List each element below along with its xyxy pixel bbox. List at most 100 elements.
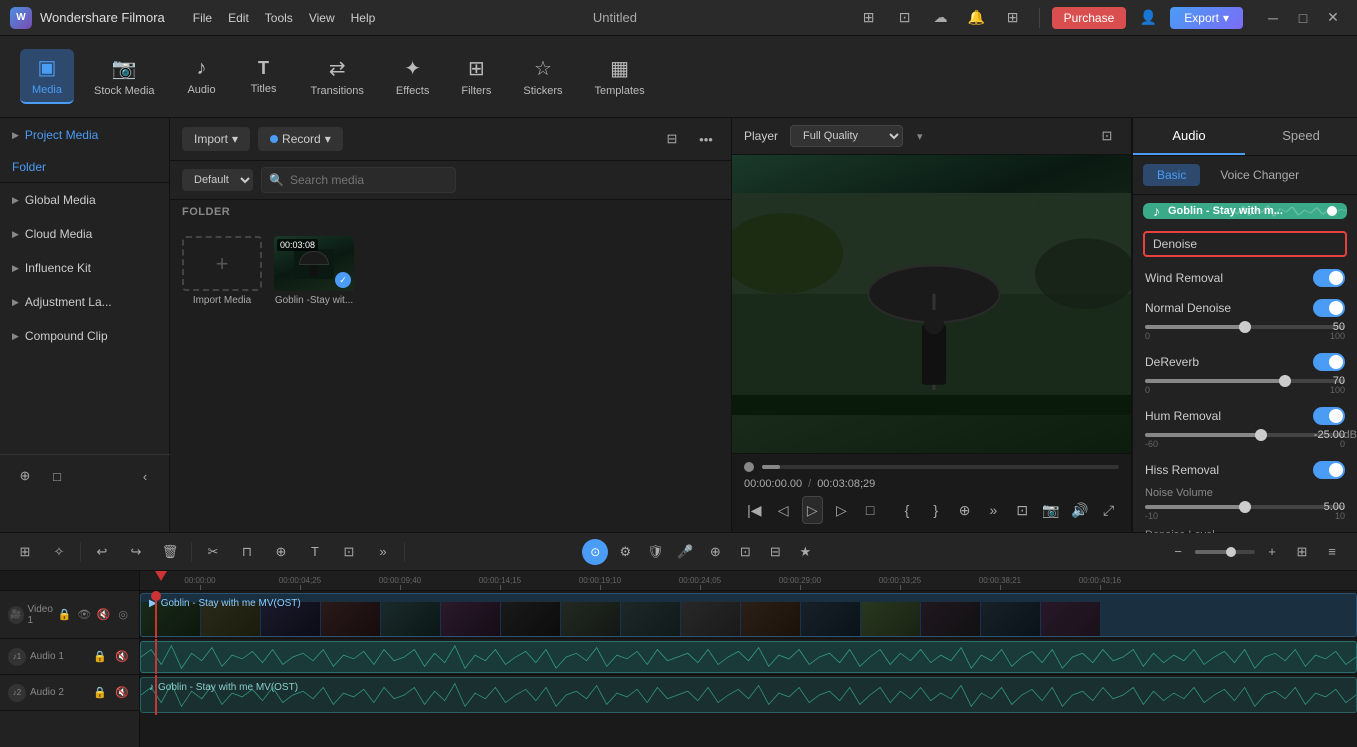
subtab-voice-changer[interactable]: Voice Changer bbox=[1206, 164, 1313, 186]
audio-2-lock-icon[interactable]: 🔒 bbox=[91, 684, 109, 702]
noise-volume-thumb[interactable] bbox=[1239, 501, 1251, 513]
mark-in-icon[interactable]: { bbox=[897, 496, 918, 524]
menu-tools[interactable]: Tools bbox=[265, 11, 293, 25]
normal-denoise-track[interactable] bbox=[1145, 325, 1345, 329]
zoom-track[interactable] bbox=[1195, 550, 1255, 554]
volume-icon[interactable]: 🔊 bbox=[1069, 496, 1090, 524]
delete-icon[interactable]: 🗑 bbox=[157, 539, 183, 565]
import-button[interactable]: Import ▾ bbox=[182, 127, 250, 151]
de-reverb-toggle[interactable] bbox=[1313, 353, 1345, 371]
pip-icon[interactable]: ⊡ bbox=[732, 539, 758, 565]
audio-clip-1[interactable] bbox=[140, 641, 1357, 673]
skip-back-icon[interactable]: |◀ bbox=[744, 496, 765, 524]
normal-denoise-toggle[interactable] bbox=[1313, 299, 1345, 317]
quality-select[interactable]: Full QualityHalf QualityQuarter Quality bbox=[790, 125, 903, 147]
ai-icon[interactable]: ★ bbox=[792, 539, 818, 565]
zoom-plus-icon[interactable]: + bbox=[1259, 539, 1285, 565]
extract-icon[interactable]: ⊕ bbox=[954, 496, 975, 524]
progress-track[interactable] bbox=[762, 465, 1119, 469]
screenshot-icon[interactable]: 📷 bbox=[1041, 496, 1062, 524]
menu-help[interactable]: Help bbox=[351, 11, 376, 25]
shield-icon[interactable]: 🛡 bbox=[642, 539, 668, 565]
record-button[interactable]: Record ▾ bbox=[258, 127, 343, 151]
frame-forward-icon[interactable]: ▷ bbox=[831, 496, 852, 524]
layer-icon[interactable]: ⊡ bbox=[336, 539, 362, 565]
toolbar-audio[interactable]: ♪ Audio bbox=[175, 51, 229, 102]
motion-track-icon[interactable]: ✧ bbox=[46, 539, 72, 565]
sidebar-item-project-media[interactable]: ▶ Project Media bbox=[0, 118, 169, 152]
alert-icon[interactable]: 🔔 bbox=[963, 7, 991, 29]
add-icon[interactable]: ⊕ bbox=[268, 539, 294, 565]
de-reverb-thumb[interactable] bbox=[1279, 375, 1291, 387]
video-eye-icon[interactable]: 👁 bbox=[76, 606, 92, 624]
audio-track-1[interactable] bbox=[140, 639, 1357, 675]
toolbar-stock-media[interactable]: 📷 Stock Media bbox=[82, 50, 167, 103]
toolbar-templates[interactable]: ▦ Templates bbox=[582, 50, 656, 103]
apps-icon[interactable]: ⊞ bbox=[999, 7, 1027, 29]
play-button[interactable]: ▷ bbox=[802, 496, 823, 524]
normal-denoise-thumb[interactable] bbox=[1239, 321, 1251, 333]
mic-icon[interactable]: 🎤 bbox=[672, 539, 698, 565]
video-mute-icon[interactable]: 🔇 bbox=[96, 606, 112, 624]
video-lock-icon[interactable]: 🔒 bbox=[57, 606, 73, 624]
sidebar-item-cloud-media[interactable]: ▶ Cloud Media bbox=[0, 217, 169, 251]
hum-removal-toggle[interactable] bbox=[1313, 407, 1345, 425]
zoom-thumb[interactable] bbox=[1226, 547, 1236, 557]
menu-edit[interactable]: Edit bbox=[228, 11, 249, 25]
subtab-basic[interactable]: Basic bbox=[1143, 164, 1200, 186]
text-icon[interactable]: T bbox=[302, 539, 328, 565]
frame-back-icon[interactable]: ◁ bbox=[773, 496, 794, 524]
undo-icon[interactable]: ↩ bbox=[89, 539, 115, 565]
audio-1-lock-icon[interactable]: 🔒 bbox=[91, 648, 109, 666]
menu-file[interactable]: File bbox=[193, 11, 212, 25]
sidebar-item-global-media[interactable]: ▶ Global Media bbox=[0, 183, 169, 217]
tab-audio[interactable]: Audio bbox=[1133, 118, 1245, 155]
snap-icon[interactable]: ⊞ bbox=[12, 539, 38, 565]
search-input[interactable] bbox=[261, 167, 456, 193]
zoom-minus-icon[interactable]: − bbox=[1165, 539, 1191, 565]
toolbar-titles[interactable]: T Titles bbox=[237, 52, 291, 101]
grid-view-icon[interactable]: ⊞ bbox=[1289, 539, 1315, 565]
noise-volume-track[interactable] bbox=[1145, 505, 1345, 509]
stop-icon[interactable]: □ bbox=[860, 496, 881, 524]
tab-speed[interactable]: Speed bbox=[1245, 118, 1357, 155]
filter-icon[interactable]: ⊟ bbox=[659, 126, 685, 152]
more-options-icon[interactable]: ••• bbox=[693, 126, 719, 152]
minimize-button[interactable]: ─ bbox=[1259, 7, 1287, 29]
import-placeholder[interactable]: + bbox=[182, 236, 262, 291]
audio-2-mute-icon[interactable]: 🔇 bbox=[113, 684, 131, 702]
mark-out-icon[interactable]: } bbox=[925, 496, 946, 524]
sidebar-folder-label[interactable]: Folder bbox=[0, 152, 169, 182]
sticker-icon[interactable]: ⊕ bbox=[702, 539, 728, 565]
add-media-icon[interactable]: □ bbox=[44, 463, 70, 489]
record-indicator[interactable]: ⊙ bbox=[582, 539, 608, 565]
settings-icon[interactable]: ⚙ bbox=[612, 539, 638, 565]
toolbar-transitions[interactable]: ⇄ Transitions bbox=[299, 50, 376, 103]
user-icon[interactable]: 👤 bbox=[1134, 7, 1162, 29]
crop-icon[interactable]: ⊓ bbox=[234, 539, 260, 565]
progress-handle[interactable] bbox=[744, 462, 754, 472]
goblin-media-item[interactable]: 00:03:08 ✓ Goblin -Stay wit... bbox=[274, 236, 354, 306]
preview-settings-icon[interactable]: ⊡ bbox=[1095, 124, 1119, 148]
picture-in-picture-icon[interactable]: ⊡ bbox=[1012, 496, 1033, 524]
redo-icon[interactable]: ↪ bbox=[123, 539, 149, 565]
audio-1-mute-icon[interactable]: 🔇 bbox=[113, 648, 131, 666]
hiss-removal-toggle[interactable] bbox=[1313, 461, 1345, 479]
screen-record-icon[interactable]: ⊡ bbox=[891, 7, 919, 29]
notifications-icon[interactable]: ⊞ bbox=[855, 7, 883, 29]
audio-clip-2[interactable]: ♪ Goblin - Stay with me MV(OST) bbox=[140, 677, 1357, 713]
more-icon[interactable]: » bbox=[983, 496, 1004, 524]
sidebar-item-compound-clip[interactable]: ▶ Compound Clip bbox=[0, 319, 169, 353]
video-solo-icon[interactable]: ◎ bbox=[115, 606, 131, 624]
video-clip-1[interactable]: ▶ Goblin - Stay with me MV(OST) bbox=[140, 593, 1357, 637]
view-select[interactable]: Default bbox=[182, 169, 253, 191]
toolbar-stickers[interactable]: ☆ Stickers bbox=[511, 50, 574, 103]
toolbar-media[interactable]: ▣ Media bbox=[20, 49, 74, 104]
audio-track-2[interactable]: ♪ Goblin - Stay with me MV(OST) bbox=[140, 675, 1357, 715]
wind-removal-toggle[interactable] bbox=[1313, 269, 1345, 287]
export-button[interactable]: Export ▾ bbox=[1170, 7, 1243, 29]
sidebar-item-influence-kit[interactable]: ▶ Influence Kit bbox=[0, 251, 169, 285]
import-media-item[interactable]: + Import Media bbox=[182, 236, 262, 306]
subtitle-icon[interactable]: ⊟ bbox=[762, 539, 788, 565]
purchase-button[interactable]: Purchase bbox=[1052, 7, 1127, 29]
